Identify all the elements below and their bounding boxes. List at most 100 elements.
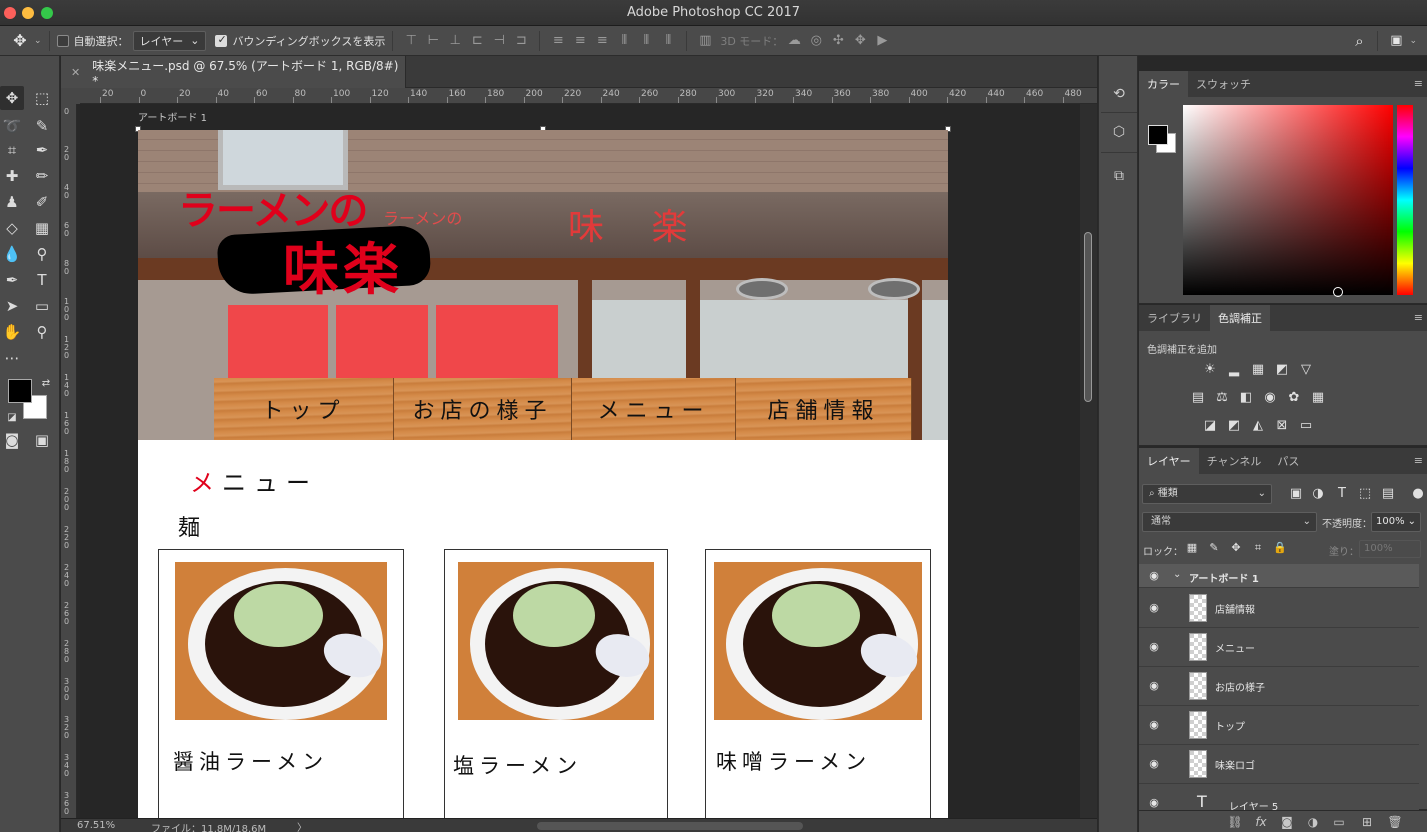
path-select-tool-icon[interactable]: ➤ [0,294,24,318]
nav-item-menu[interactable]: メニュー [572,378,736,440]
status-menu-arrow[interactable]: 〉 [297,819,307,832]
new-group-icon[interactable]: ▭ [1331,814,1347,830]
tab-layers[interactable]: レイヤー [1139,448,1199,474]
layer-row[interactable]: ◉ 味楽ロゴ [1139,745,1419,784]
3d-slide-icon[interactable]: ✥ [849,31,871,51]
distribute-bottom-icon[interactable]: ≡ [591,31,613,51]
3d-panel-icon[interactable]: ⬡ [1107,120,1131,144]
eye-icon[interactable]: ◉ [1147,679,1161,693]
lock-artboard-icon[interactable]: ⌗ [1249,539,1267,557]
3d-pan-icon[interactable]: ✣ [827,31,849,51]
healing-brush-tool-icon[interactable]: ✚ [0,164,24,188]
swap-colors-icon[interactable]: ⇄ [34,372,58,396]
levels-icon[interactable]: ▂ [1225,361,1243,379]
lock-position-icon[interactable]: ✥ [1227,539,1245,557]
brush-tool-icon[interactable]: ✏ [30,164,54,188]
document-tab[interactable]: ✕ 味楽メニュー.psd @ 67.5% (アートボード 1, RGB/8#) … [61,56,406,88]
history-panel-icon[interactable]: ⟲ [1107,82,1131,106]
tab-swatches[interactable]: スウォッチ [1188,71,1259,97]
fx-icon[interactable]: fx [1253,814,1269,830]
invert-icon[interactable]: ◪ [1201,417,1219,435]
trash-icon[interactable]: 🗑 [1387,814,1403,830]
eyedropper-tool-icon[interactable]: ✒ [30,138,54,162]
ruler-corner[interactable] [61,88,80,104]
eye-icon[interactable]: ◉ [1147,757,1161,771]
close-tab-icon[interactable]: ✕ [71,66,80,79]
screen-mode-icon[interactable]: ▣ [30,428,54,452]
shape-tool-icon[interactable]: ▭ [30,294,54,318]
paragraph-panel-icon[interactable]: ⧉ [1107,164,1131,188]
nav-item-top[interactable]: トップ [214,378,394,440]
auto-align-icon[interactable]: ▥ [694,31,716,51]
curves-icon[interactable]: ▦ [1249,361,1267,379]
eye-icon[interactable]: ◉ [1147,718,1161,732]
tab-adjustments[interactable]: 色調補正 [1210,305,1270,331]
canvas-horizontal-scroll-thumb[interactable] [537,822,803,830]
hand-tool-icon[interactable]: ✋ [0,320,24,344]
tab-paths[interactable]: パス [1269,448,1307,474]
canvas[interactable]: アートボード 1 ラーメンの 味 楽 ラーメンの 味楽 トップ お店の様子 メニ… [80,104,1080,818]
crop-tool-icon[interactable]: ⌗ [0,138,24,162]
filter-type-icon[interactable]: T [1333,485,1351,503]
lock-image-icon[interactable]: ✎ [1205,539,1223,557]
clone-stamp-tool-icon[interactable]: ♟ [0,190,24,214]
horizontal-ruler[interactable]: 20 0 20 40 60 80 100 120 140 160 180 200 220 240 260 28… [80,88,1097,104]
search-icon[interactable]: ⌕ [1348,31,1370,51]
color-field[interactable] [1183,105,1393,295]
layer-row[interactable]: ◉ メニュー [1139,628,1419,667]
hue-saturation-icon[interactable]: ▤ [1189,389,1207,407]
tab-color[interactable]: カラー [1139,71,1188,97]
eye-icon[interactable]: ◉ [1147,796,1161,810]
panel-menu-icon[interactable]: ≡ [1414,454,1423,467]
new-adjustment-icon[interactable]: ◑ [1305,814,1321,830]
gradient-map-icon[interactable]: ▭ [1297,417,1315,435]
zoom-tool-icon[interactable]: ⚲ [30,320,54,344]
panel-menu-icon[interactable]: ≡ [1414,311,1423,324]
3d-roll-icon[interactable]: ◎ [805,31,827,51]
eye-icon[interactable]: ◉ [1147,601,1161,615]
history-brush-tool-icon[interactable]: ✐ [30,190,54,214]
lasso-tool-icon[interactable]: ➰ [0,114,24,138]
exposure-icon[interactable]: ◩ [1273,361,1291,379]
align-vcenter-icon[interactable]: ⊢ [422,31,444,51]
distribute-top-icon[interactable]: ≡ [547,31,569,51]
filter-toggle-icon[interactable]: ● [1409,485,1427,503]
3d-orbit-icon[interactable]: ☁ [783,31,805,51]
filter-pixel-icon[interactable]: ▣ [1287,485,1305,503]
artboard[interactable]: ラーメンの 味 楽 ラーメンの 味楽 トップ お店の様子 メニュー 店舗情報 メ… [138,130,948,818]
opacity-input[interactable]: 100% ⌄ [1371,512,1421,532]
black-white-icon[interactable]: ◧ [1237,389,1255,407]
fill-input[interactable]: 100% [1359,540,1421,558]
layer-row[interactable]: ◉ トップ [1139,706,1419,745]
blur-tool-icon[interactable]: 💧 [0,242,24,266]
canvas-vertical-scrollbar[interactable] [1080,104,1097,818]
eraser-tool-icon[interactable]: ◇ [0,216,24,240]
tab-libraries[interactable]: ライブラリ [1139,305,1210,331]
dodge-tool-icon[interactable]: ⚲ [30,242,54,266]
default-colors-icon[interactable]: ◪ [0,406,24,430]
new-layer-icon[interactable]: ⊞ [1359,814,1375,830]
link-layers-icon[interactable]: ⛓ [1227,814,1243,830]
more-tools-icon[interactable]: ⋯ [0,346,24,370]
threshold-icon[interactable]: ◭ [1249,417,1267,435]
align-bottom-icon[interactable]: ⊥ [444,31,466,51]
filter-shape-icon[interactable]: ⬚ [1356,485,1374,503]
quick-mask-icon[interactable]: ◙ [0,428,24,452]
align-hcenter-icon[interactable]: ⊣ [488,31,510,51]
distribute-hcenter-icon[interactable]: ⦀ [635,31,657,51]
align-top-icon[interactable]: ⊤ [400,31,422,51]
scroll-thumb[interactable] [1084,232,1092,402]
eye-icon[interactable]: ◉ [1147,569,1161,583]
zoom-level[interactable]: 67.51% [77,820,115,831]
photo-filter-icon[interactable]: ◉ [1261,389,1279,407]
hue-slider[interactable] [1397,105,1413,295]
quick-select-tool-icon[interactable]: ✎ [30,114,54,138]
blend-mode-dropdown[interactable]: 通常 ⌄ [1142,512,1317,532]
posterize-icon[interactable]: ◩ [1225,417,1243,435]
move-tool-icon[interactable]: ✥ [0,86,24,110]
add-mask-icon[interactable]: ◙ [1279,814,1295,830]
eye-icon[interactable]: ◉ [1147,640,1161,654]
filter-smart-object-icon[interactable]: ▤ [1379,485,1397,503]
selective-color-icon[interactable]: ⊠ [1273,417,1291,435]
auto-select-checkbox[interactable] [56,34,69,47]
